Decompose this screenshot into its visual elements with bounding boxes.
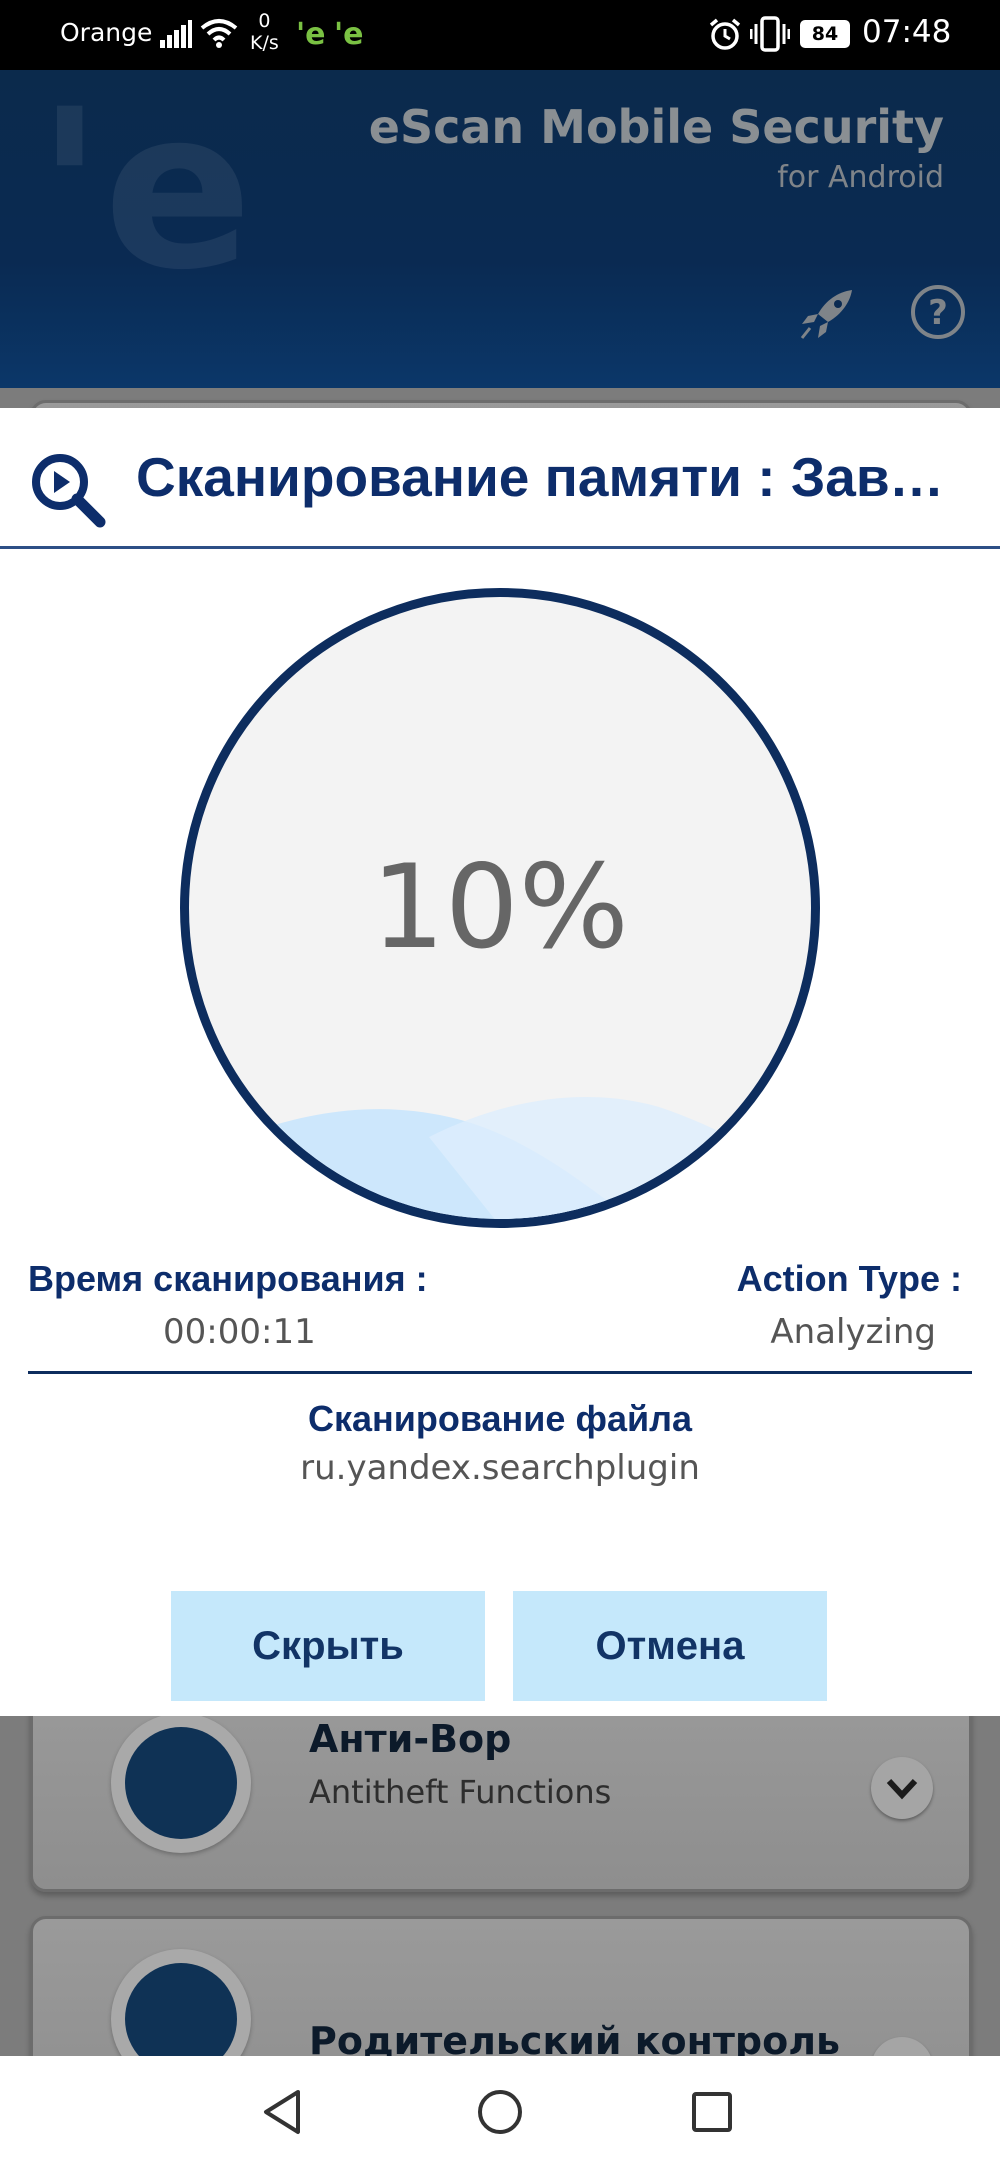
svg-text:'e: 'e: [334, 18, 364, 48]
alarm-icon: [708, 17, 742, 55]
action-type-label: Action Type :: [736, 1258, 962, 1299]
wifi-icon: [200, 18, 238, 52]
battery-indicator: 84: [800, 20, 850, 48]
scan-time-label: Время сканирования :: [28, 1258, 428, 1299]
scan-dialog: Сканирование памяти : Завершение 10% Вре…: [0, 408, 1000, 1716]
chevron-down-icon[interactable]: [871, 1757, 933, 1819]
navigation-bar: [0, 2056, 1000, 2166]
list-item-subtitle: Antitheft Functions: [309, 1773, 612, 1811]
scanning-file-value: ru.yandex.searchplugin: [300, 1448, 700, 1488]
network-speed-unit: K/s: [250, 32, 279, 54]
app-subtitle: for Android: [777, 160, 944, 195]
divider: [0, 546, 1000, 549]
help-icon[interactable]: ?: [910, 284, 966, 345]
home-icon[interactable]: [472, 2084, 528, 2140]
signal-icon: [160, 20, 192, 52]
vibrate-icon: [749, 16, 791, 56]
screen: Orange 0 K/s 'e 'e 84 07:48 'e eScan Mob…: [0, 0, 1000, 2166]
hide-button[interactable]: Скрыть: [171, 1591, 485, 1701]
escan-notification-icon: 'e: [334, 17, 368, 52]
antitheft-icon: [111, 1713, 251, 1853]
escan-notification-icon: 'e: [296, 17, 330, 52]
clock: 07:48: [862, 14, 952, 50]
dialog-title: Сканирование памяти : Завершение: [136, 446, 956, 508]
scan-time-value: 00:00:11: [163, 1312, 316, 1352]
dialog-header: Сканирование памяти : Завершение: [0, 408, 1000, 546]
recents-icon[interactable]: [684, 2084, 740, 2140]
progress-circle: 10%: [180, 588, 820, 1228]
scanning-file-label: Сканирование файла: [307, 1398, 692, 1439]
rocket-icon[interactable]: [800, 288, 856, 345]
scan-search-icon: [30, 452, 106, 533]
escan-logo-watermark: 'e: [36, 62, 253, 318]
cancel-button[interactable]: Отмена: [513, 1591, 827, 1701]
back-icon[interactable]: [256, 2084, 312, 2140]
svg-text:?: ?: [928, 293, 948, 333]
list-item-title: Анти-Вор: [309, 1717, 512, 1761]
svg-text:'e: 'e: [296, 18, 326, 48]
network-speed: 0 K/s: [250, 10, 279, 54]
app-header: 'e eScan Mobile Security for Android ?: [0, 70, 1000, 388]
divider: [28, 1371, 972, 1374]
app-title: eScan Mobile Security: [368, 100, 944, 154]
status-bar: Orange 0 K/s 'e 'e 84 07:48: [0, 0, 1000, 70]
network-speed-value: 0: [258, 10, 271, 32]
action-type-value: Analyzing: [770, 1312, 936, 1352]
progress-percent: 10%: [371, 840, 629, 975]
carrier-label: Orange: [60, 18, 153, 47]
